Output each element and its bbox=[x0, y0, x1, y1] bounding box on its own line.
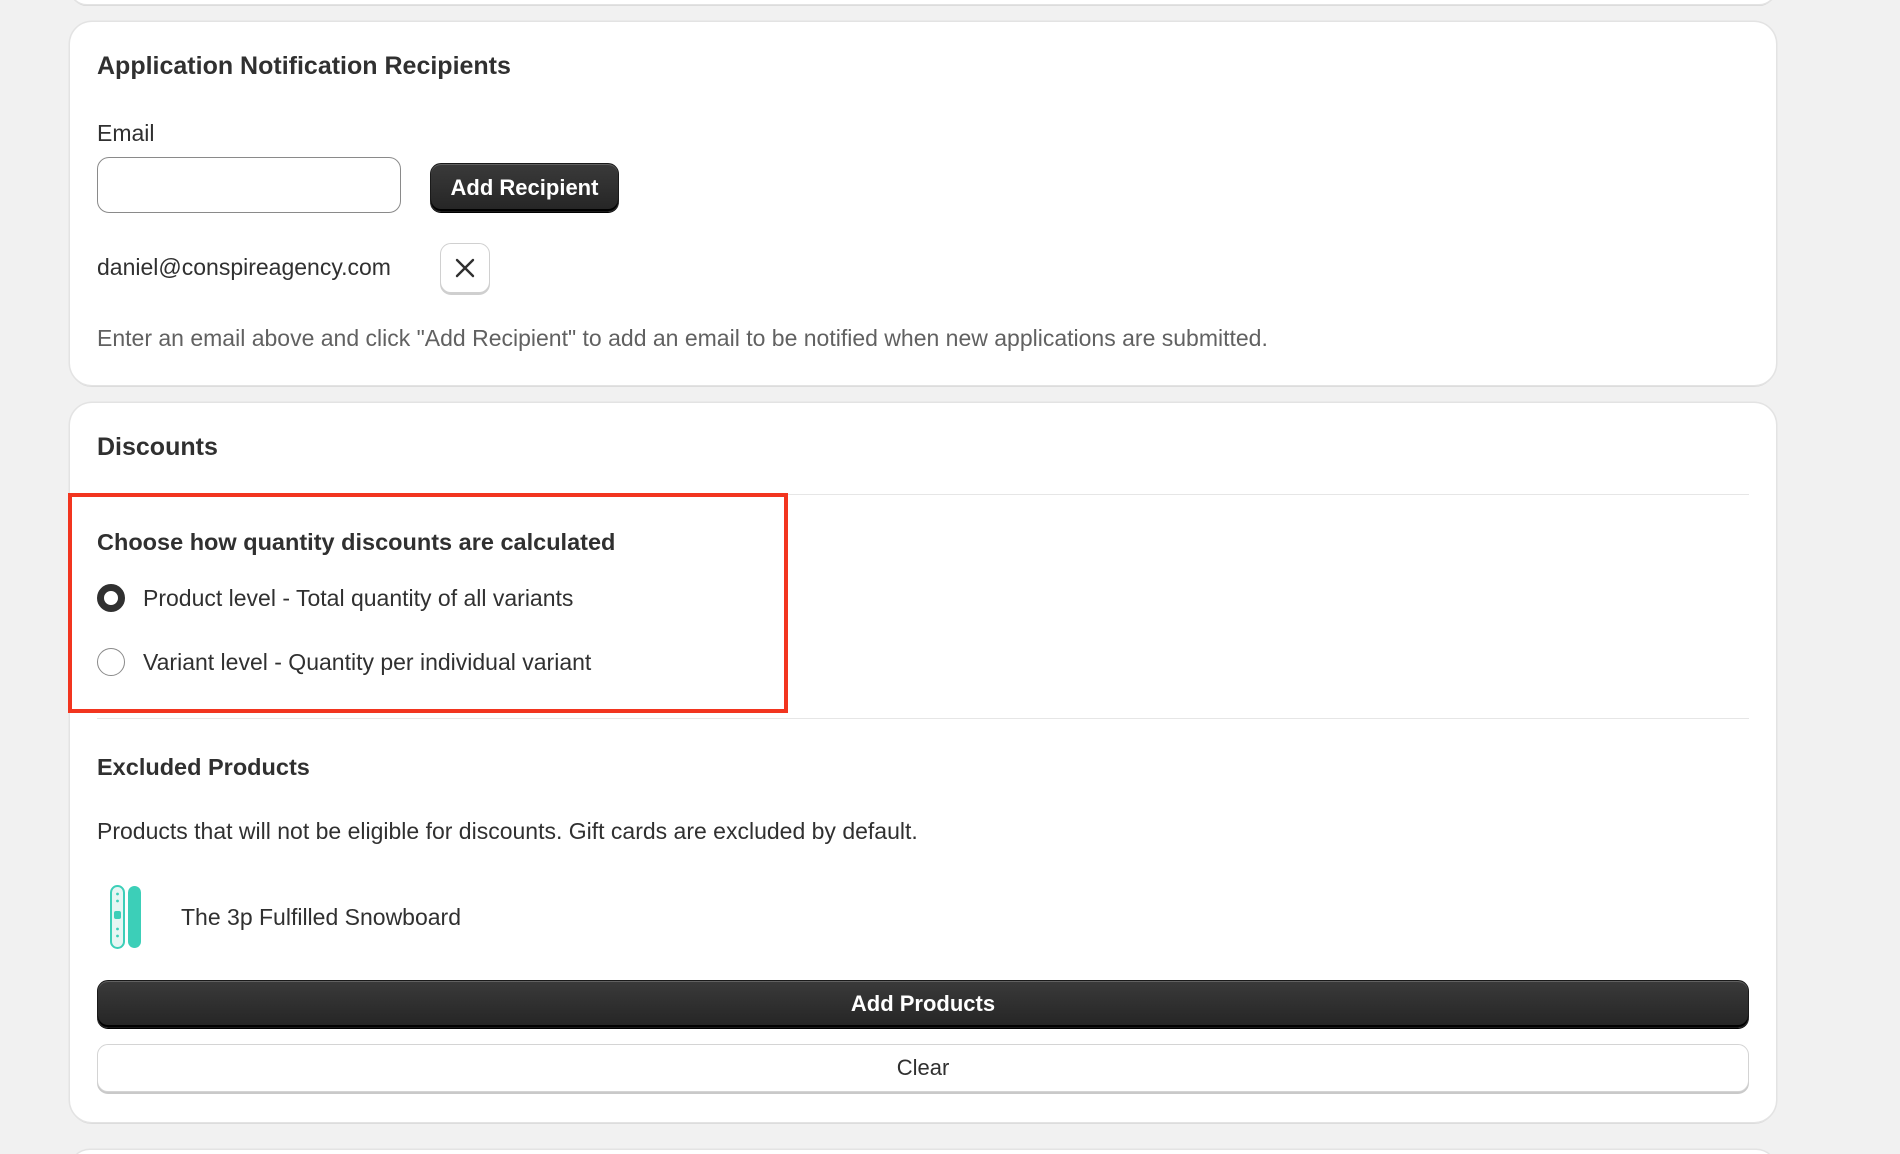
snowboard-icon bbox=[110, 885, 141, 949]
excluded-products-description: Products that will not be eligible for d… bbox=[97, 818, 918, 844]
product-thumbnail bbox=[97, 883, 157, 951]
radio-label: Variant level - Quantity per individual … bbox=[143, 648, 592, 675]
email-label: Email bbox=[97, 120, 155, 146]
add-recipient-button[interactable]: Add Recipient bbox=[430, 163, 619, 212]
card-title: Application Notification Recipients bbox=[97, 52, 511, 80]
radio-label: Product level - Total quantity of all va… bbox=[143, 584, 574, 611]
email-input[interactable] bbox=[97, 157, 401, 213]
recipient-email: daniel@conspireagency.com bbox=[97, 254, 391, 280]
discounts-card: Discounts Choose how quantity discounts … bbox=[68, 403, 1776, 1122]
radio-variant-level[interactable]: Variant level - Quantity per individual … bbox=[97, 648, 591, 676]
card-title: Discounts bbox=[97, 433, 218, 461]
product-title: The 3p Fulfilled Snowboard bbox=[181, 903, 461, 930]
close-icon bbox=[455, 258, 475, 278]
radio-button-unchecked[interactable] bbox=[97, 648, 125, 676]
next-card bbox=[70, 1150, 1776, 1154]
divider bbox=[97, 718, 1749, 719]
clear-button[interactable]: Clear bbox=[97, 1044, 1749, 1092]
notification-recipients-card: Application Notification Recipients Emai… bbox=[70, 22, 1776, 385]
radio-button-checked[interactable] bbox=[97, 584, 125, 612]
help-text: Enter an email above and click "Add Reci… bbox=[97, 325, 1268, 351]
radio-product-level[interactable]: Product level - Total quantity of all va… bbox=[97, 584, 573, 612]
previous-card bbox=[70, 0, 1776, 4]
settings-page: Application Notification Recipients Emai… bbox=[0, 0, 1900, 1154]
remove-recipient-button[interactable] bbox=[440, 243, 490, 293]
product-item: The 3p Fulfilled Snowboard bbox=[97, 883, 461, 951]
add-products-button[interactable]: Add Products bbox=[97, 980, 1749, 1028]
divider bbox=[97, 494, 1749, 495]
calculation-heading: Choose how quantity discounts are calcul… bbox=[97, 529, 616, 555]
excluded-products-heading: Excluded Products bbox=[97, 754, 310, 780]
